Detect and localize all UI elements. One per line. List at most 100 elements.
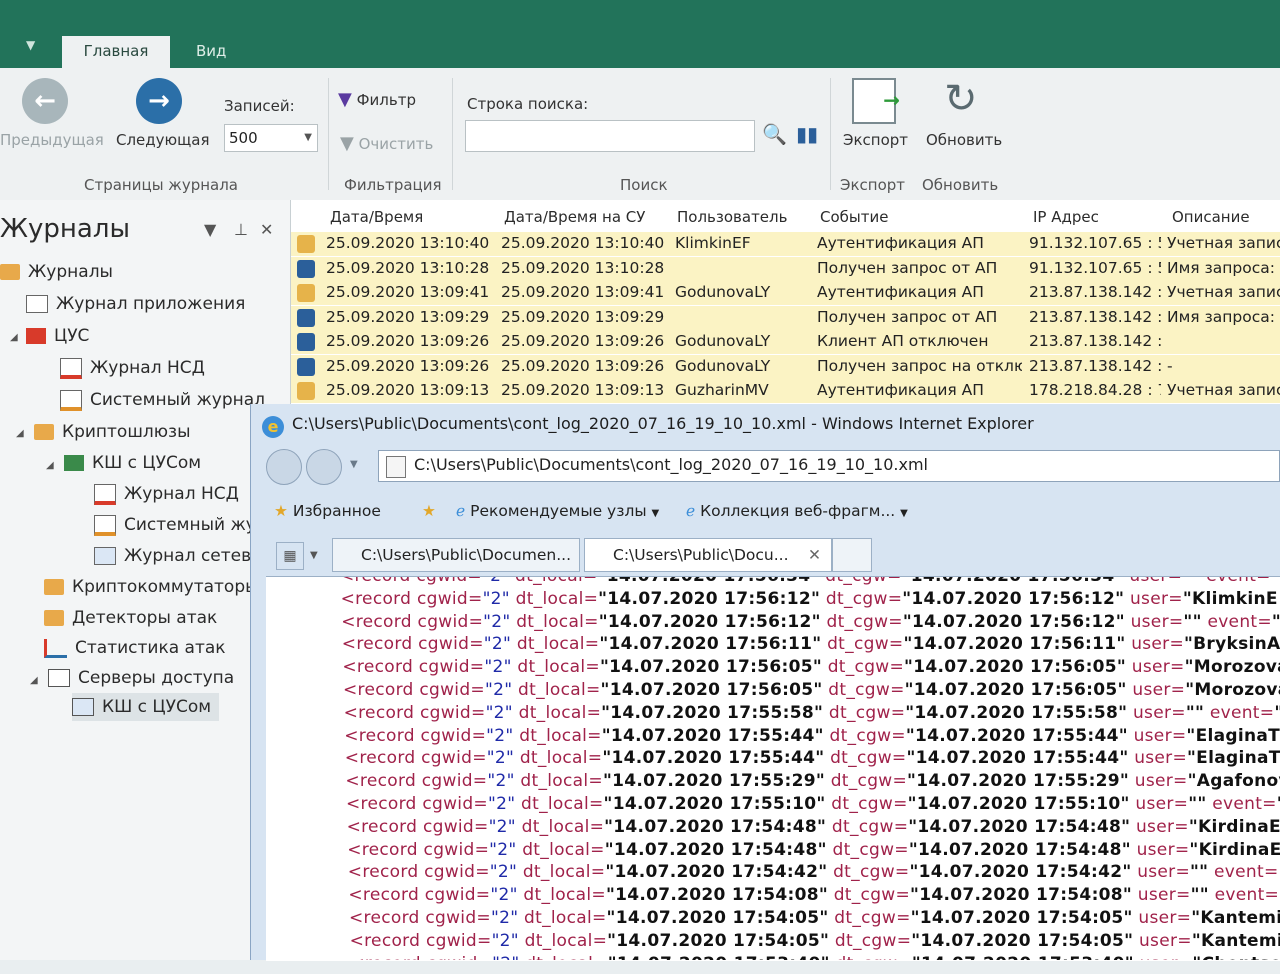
cell-dt: 25.09.2020 13:09:26 <box>326 332 490 350</box>
previous-page-button[interactable]: ← <box>22 78 68 124</box>
xml-record-line: <record cgwid="2" dt_local="14.07.2020 1… <box>342 634 1280 654</box>
tree-item-kssh-cus[interactable]: КШ с ЦУСом <box>64 449 201 477</box>
ribbon-separator <box>452 78 453 190</box>
binoculars-icon[interactable]: ▮▮ <box>796 122 818 146</box>
cell-dt-su: 25.09.2020 13:09:13 <box>501 381 665 399</box>
xml-token: dt_cgw= <box>824 748 907 769</box>
tab-view[interactable]: Вид <box>176 36 246 68</box>
favorites-label: Избранное <box>292 502 381 520</box>
xml-token: cgwid= <box>417 839 490 860</box>
table-row[interactable]: 25.09.2020 13:09:26 25.09.2020 13:09:26 Go… <box>291 330 1280 354</box>
xml-record-line: <record cgwid="2" dt_local="14.07.2020 1… <box>344 703 1280 723</box>
new-tab-button[interactable] <box>832 538 872 572</box>
xml-token: dt_local= <box>519 953 608 974</box>
table-row[interactable]: 25.09.2020 13:10:28 25.09.2020 13:10:28 По… <box>291 256 1280 281</box>
column-header-datetime-su[interactable]: Дата/Время на СУ <box>504 208 645 226</box>
export-button-label[interactable]: Экспорт <box>843 131 908 149</box>
xml-token: <record <box>344 748 416 769</box>
tree-item-access-servers[interactable]: Серверы доступа <box>48 664 234 692</box>
table-row[interactable]: 25.09.2020 13:10:40 25.09.2020 13:10:40 Kl… <box>291 232 1280 256</box>
xml-token: "2" <box>486 748 515 769</box>
tree-item-nsd-journal[interactable]: Журнал НСД <box>60 354 205 382</box>
xml-token: dt_cgw= <box>820 588 903 609</box>
column-header-user[interactable]: Пользователь <box>677 208 787 226</box>
column-header-event[interactable]: Событие <box>820 208 888 226</box>
web-slices-link[interactable]: ℯ Коллекция веб-фрагм... ▼ <box>686 502 908 520</box>
refresh-icon[interactable]: ↻ <box>944 76 978 122</box>
quick-tabs-icon[interactable]: ▦ <box>276 542 304 570</box>
expand-arrow-icon[interactable]: ◢ <box>30 675 38 686</box>
filter-label: Фильтр <box>356 91 416 109</box>
xml-record-line: <record cgwid="2" dt_local="14.07.2020 1… <box>343 680 1280 700</box>
xml-token: "14.07.2020 17:56:12" <box>598 611 821 632</box>
tab-list-dropdown-icon[interactable]: ▼ <box>310 550 318 561</box>
column-header-description[interactable]: Описание <box>1172 208 1250 226</box>
suggested-sites-label: Рекомендуемые узлы <box>470 502 647 520</box>
table-row[interactable]: 25.09.2020 13:09:41 25.09.2020 13:09:41 Go… <box>291 281 1280 305</box>
favorites-button[interactable]: ★ Избранное <box>274 502 381 520</box>
tree-item-cus[interactable]: ЦУС <box>26 322 89 350</box>
column-header-ip[interactable]: IP Адрес <box>1033 208 1099 226</box>
tree-item-cryptogateways[interactable]: Криптошлюзы <box>34 418 191 446</box>
forward-button[interactable] <box>306 449 342 485</box>
tree-item-attack-stats[interactable]: Статистика атак <box>44 634 226 662</box>
expand-arrow-icon[interactable]: ◢ <box>16 428 24 439</box>
export-icon[interactable]: → <box>852 78 900 124</box>
tree-item-system-journal-2[interactable]: Системный жур <box>94 511 267 539</box>
filter-button[interactable]: ▼ Фильтр <box>338 89 416 110</box>
search-input[interactable] <box>465 120 755 152</box>
xml-token: "2" <box>482 588 510 609</box>
ie-tab-1[interactable]: C:\Users\Public\Documen... <box>332 538 580 572</box>
table-row[interactable]: 25.09.2020 13:09:13 25.09.2020 13:09:13 Gu… <box>291 379 1280 403</box>
expand-arrow-icon[interactable]: ◢ <box>10 332 18 343</box>
table-row[interactable]: 25.09.2020 13:09:29 25.09.2020 13:09:29 По… <box>291 305 1280 330</box>
xml-token: "2" <box>491 930 519 951</box>
xml-token: user= <box>1124 588 1183 609</box>
xml-token: "14.07.2020 17:55:29" <box>907 771 1130 792</box>
quick-access-menu-icon[interactable]: ▼ <box>26 38 35 52</box>
funnel-icon: ▼ <box>338 89 352 110</box>
close-icon[interactable]: ✕ <box>260 220 273 239</box>
tab-home[interactable]: Главная <box>62 36 170 68</box>
xml-token: "KantemirE <box>1191 930 1280 951</box>
suggested-sites-link[interactable]: ℯ Рекомендуемые узлы ▼ <box>456 502 659 520</box>
history-dropdown-icon[interactable]: ▼ <box>350 459 358 470</box>
column-header-datetime[interactable]: Дата/Время <box>330 208 423 226</box>
web-slices-label: Коллекция веб-фрагм... <box>700 502 896 520</box>
back-button[interactable] <box>266 449 302 485</box>
next-page-button[interactable]: → <box>136 78 182 124</box>
group-label-refresh: Обновить <box>922 176 999 194</box>
group-label-pages: Страницы журнала <box>84 176 238 194</box>
tree-item-nsd-journal-2[interactable]: Журнал НСД <box>94 480 239 508</box>
add-favorite-icon[interactable]: ★ <box>422 502 436 520</box>
xml-token: "" <box>1190 885 1209 906</box>
tree-item-attack-detectors[interactable]: Детекторы атак <box>44 604 217 632</box>
cell-event: Аутентификация АП <box>817 381 984 399</box>
xml-token: dt_local= <box>513 725 602 746</box>
xml-token: "14.07.2020 17:53:40" <box>607 953 830 974</box>
xml-token: <record <box>346 794 417 814</box>
refresh-button-label[interactable]: Обновить <box>926 131 1002 149</box>
records-per-page-select[interactable]: 500 ▼ <box>224 124 318 152</box>
xml-record-line: <record cgwid="2" dt_local="14.07.2020 1… <box>349 908 1280 928</box>
expand-arrow-icon[interactable]: ◢ <box>46 460 54 471</box>
cell-ip: 91.132.107.65 : 5... <box>1029 258 1161 277</box>
tree-item-system-journal[interactable]: Системный журнал <box>60 386 265 414</box>
tree-item-app-journal[interactable]: Журнал приложения <box>26 290 245 318</box>
tree-item-journals[interactable]: Журналы <box>0 258 113 286</box>
table-row[interactable]: 25.09.2020 13:09:26 25.09.2020 13:09:26 Go… <box>291 354 1280 379</box>
panel-dropdown-icon[interactable]: ▼ <box>204 220 216 239</box>
ie-tab-2[interactable]: C:\Users\Public\Docu... ✕ <box>584 538 832 572</box>
xml-token: <record <box>347 862 419 883</box>
close-tab-icon[interactable]: ✕ <box>808 539 821 571</box>
clear-filter-button[interactable]: ▼ Очистить <box>340 133 433 154</box>
tree-item-network-journal[interactable]: Журнал сетевог <box>94 542 270 570</box>
next-page-label: Следующая <box>116 131 210 149</box>
tree-item-cryptoswitches[interactable]: Криптокоммутаторы <box>44 573 259 601</box>
xml-token: user= <box>1127 702 1186 723</box>
search-icon[interactable]: 🔍 <box>762 122 787 146</box>
pin-icon[interactable]: ⊥ <box>234 220 248 239</box>
tree-item-kssh-cus-selected[interactable]: КШ с ЦУСом <box>72 693 220 721</box>
xml-token: "2" <box>488 816 516 837</box>
xml-token: event= <box>1206 794 1277 814</box>
